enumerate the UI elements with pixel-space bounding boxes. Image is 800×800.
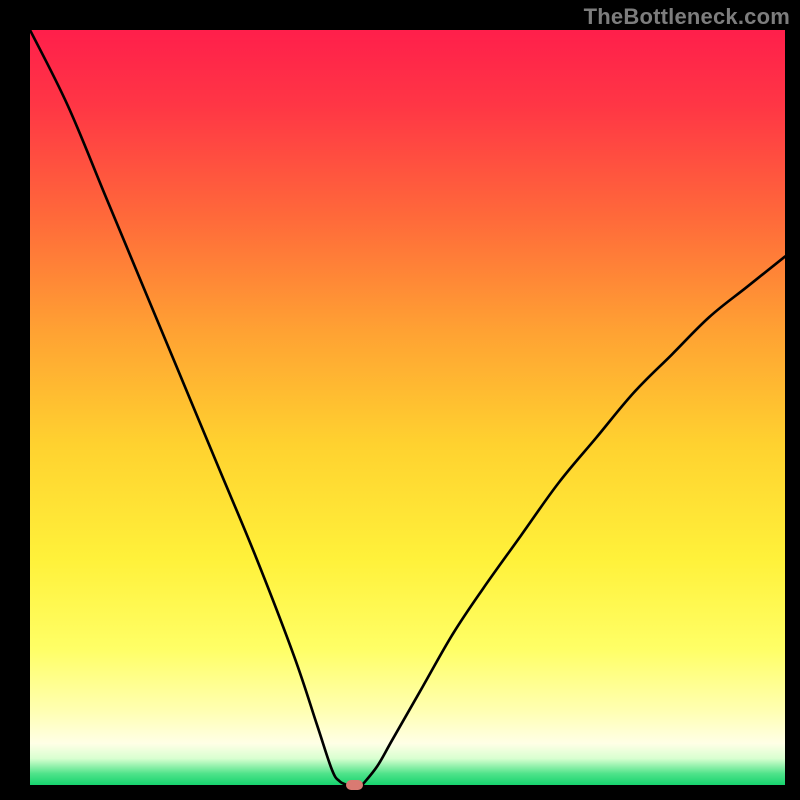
- curve-layer: [30, 30, 785, 785]
- curve-right: [362, 257, 785, 786]
- watermark-text: TheBottleneck.com: [584, 4, 790, 30]
- bottom-marker: [346, 780, 363, 791]
- outer-frame: TheBottleneck.com: [0, 0, 800, 800]
- plot-area: [30, 30, 785, 785]
- curve-left: [30, 30, 347, 785]
